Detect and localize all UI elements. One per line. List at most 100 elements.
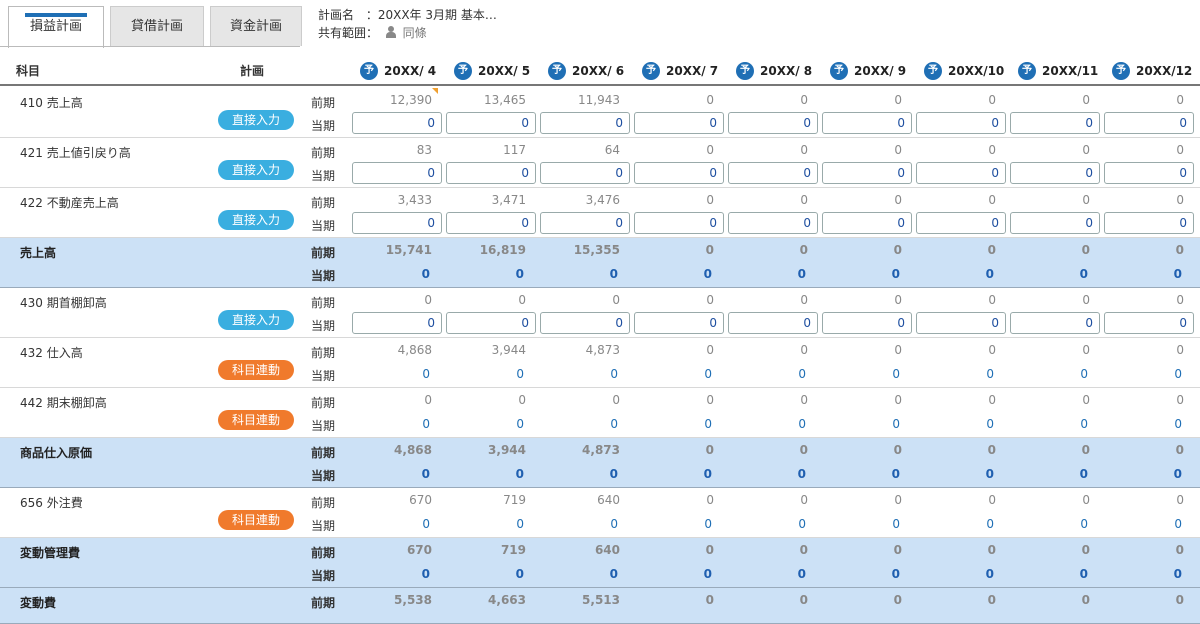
current-value-input[interactable]: 0 <box>916 162 1006 184</box>
current-value-input[interactable]: 0 <box>446 212 536 234</box>
prev-value: 0 <box>1081 543 1090 557</box>
current-value-input[interactable]: 0 <box>1010 162 1100 184</box>
current-value-input[interactable]: 0 <box>446 312 536 334</box>
prev-value: 0 <box>988 343 996 357</box>
prev-value: 5,513 <box>582 593 620 607</box>
prev-value: 0 <box>988 293 996 307</box>
account-link-badge[interactable]: 科目連動 <box>218 510 294 530</box>
account-row: 656 外注費 科目連動 前期 当期 670 719 640 0 0 0 0 0 0 0 0 0 0 0 0 0 0 0 <box>0 488 1200 538</box>
prev-value: 0 <box>1081 243 1090 257</box>
prev-value: 4,868 <box>394 443 432 457</box>
account-link-badge[interactable]: 科目連動 <box>218 360 294 380</box>
current-value-input[interactable]: 0 <box>728 112 818 134</box>
share-value: 同條 <box>402 26 427 40</box>
current-value-input[interactable]: 0 <box>1010 312 1100 334</box>
current-value-input[interactable]: 0 <box>822 212 912 234</box>
current-value: 0 <box>421 267 430 281</box>
account-name: 421 売上値引戻り高 <box>20 146 131 160</box>
current-value: 0 <box>422 517 430 531</box>
direct-input-badge[interactable]: 直接入力 <box>218 160 294 180</box>
current-value: 0 <box>797 467 806 481</box>
current-period-label: 当期 <box>311 269 336 283</box>
current-value-input[interactable]: 0 <box>728 312 818 334</box>
current-value-input[interactable]: 0 <box>352 312 442 334</box>
current-value-input[interactable]: 0 <box>1104 212 1194 234</box>
prev-value: 0 <box>705 243 714 257</box>
current-value: 0 <box>422 417 430 431</box>
prev-value: 5,538 <box>394 593 432 607</box>
current-value-input[interactable]: 0 <box>1104 162 1194 184</box>
direct-input-badge[interactable]: 直接入力 <box>218 310 294 330</box>
current-value-input[interactable]: 0 <box>634 162 724 184</box>
current-value-input[interactable]: 0 <box>352 112 442 134</box>
current-value-input[interactable]: 0 <box>540 312 630 334</box>
current-value: 0 <box>891 267 900 281</box>
current-value-input[interactable]: 0 <box>540 162 630 184</box>
month-label: 20XX/ 9 <box>854 64 907 78</box>
prev-value: 0 <box>894 343 902 357</box>
current-value-input[interactable]: 0 <box>1104 112 1194 134</box>
prev-value: 3,471 <box>491 193 526 207</box>
current-value: 0 <box>1079 567 1088 581</box>
prev-value: 0 <box>988 193 996 207</box>
prev-value: 83 <box>416 143 432 157</box>
prev-value: 64 <box>604 143 620 157</box>
tab-balance-sheet[interactable]: 貸借計画 <box>110 6 204 46</box>
current-period-label: 当期 <box>311 519 336 533</box>
prev-value: 0 <box>799 593 808 607</box>
current-value: 0 <box>609 267 618 281</box>
current-value-input[interactable]: 0 <box>540 212 630 234</box>
direct-input-badge[interactable]: 直接入力 <box>218 110 294 130</box>
current-value-input[interactable]: 0 <box>634 212 724 234</box>
current-value-input[interactable]: 0 <box>634 112 724 134</box>
account-link-badge[interactable]: 科目連動 <box>218 410 294 430</box>
current-value-input[interactable]: 0 <box>446 162 536 184</box>
current-value-input[interactable]: 0 <box>1104 312 1194 334</box>
current-value-input[interactable]: 0 <box>916 112 1006 134</box>
current-value-input[interactable]: 0 <box>1010 212 1100 234</box>
prev-value: 0 <box>705 443 714 457</box>
current-value-input[interactable]: 0 <box>352 162 442 184</box>
current-value-input[interactable]: 0 <box>822 112 912 134</box>
plan-info: 計画名 ：20XX年 3月期 基本… 共有範囲： 同條 <box>318 6 497 42</box>
prev-period-label: 前期 <box>311 396 336 410</box>
current-value-input[interactable]: 0 <box>728 162 818 184</box>
current-value-input[interactable]: 0 <box>1010 112 1100 134</box>
prev-value: 0 <box>800 193 808 207</box>
current-value: 0 <box>797 267 806 281</box>
prev-period-label: 前期 <box>311 496 336 510</box>
direct-input-badge[interactable]: 直接入力 <box>218 210 294 230</box>
prev-value: 0 <box>424 393 432 407</box>
prev-value: 0 <box>1082 143 1090 157</box>
prev-value: 0 <box>894 293 902 307</box>
prev-value: 0 <box>1175 593 1184 607</box>
tab-cash-flow[interactable]: 資金計画 <box>210 6 302 46</box>
current-value: 0 <box>515 267 524 281</box>
prev-value: 640 <box>594 543 620 557</box>
current-value: 0 <box>798 517 806 531</box>
month-label: 20XX/ 7 <box>666 64 719 78</box>
current-value-input[interactable]: 0 <box>728 212 818 234</box>
current-value-input[interactable]: 0 <box>822 162 912 184</box>
prev-value: 0 <box>1176 193 1184 207</box>
prev-value: 11,943 <box>578 93 620 107</box>
prev-value: 670 <box>406 543 432 557</box>
current-value-input[interactable]: 0 <box>822 312 912 334</box>
current-period-label: 当期 <box>311 369 336 383</box>
current-value: 0 <box>891 567 900 581</box>
current-value-input[interactable]: 0 <box>634 312 724 334</box>
current-period-label: 当期 <box>311 469 336 483</box>
current-value-input[interactable]: 0 <box>916 312 1006 334</box>
current-value: 0 <box>704 417 712 431</box>
account-name: 432 仕入高 <box>20 346 83 360</box>
current-value: 0 <box>1173 467 1182 481</box>
current-value-input[interactable]: 0 <box>446 112 536 134</box>
current-value-input[interactable]: 0 <box>916 212 1006 234</box>
prev-value: 4,873 <box>585 343 620 357</box>
forecast-icon: 予 <box>736 62 754 80</box>
current-value-input[interactable]: 0 <box>540 112 630 134</box>
prev-value: 0 <box>988 143 996 157</box>
tab-profit-loss[interactable]: 損益計画 <box>8 6 104 48</box>
current-value: 0 <box>1174 517 1182 531</box>
current-value-input[interactable]: 0 <box>352 212 442 234</box>
